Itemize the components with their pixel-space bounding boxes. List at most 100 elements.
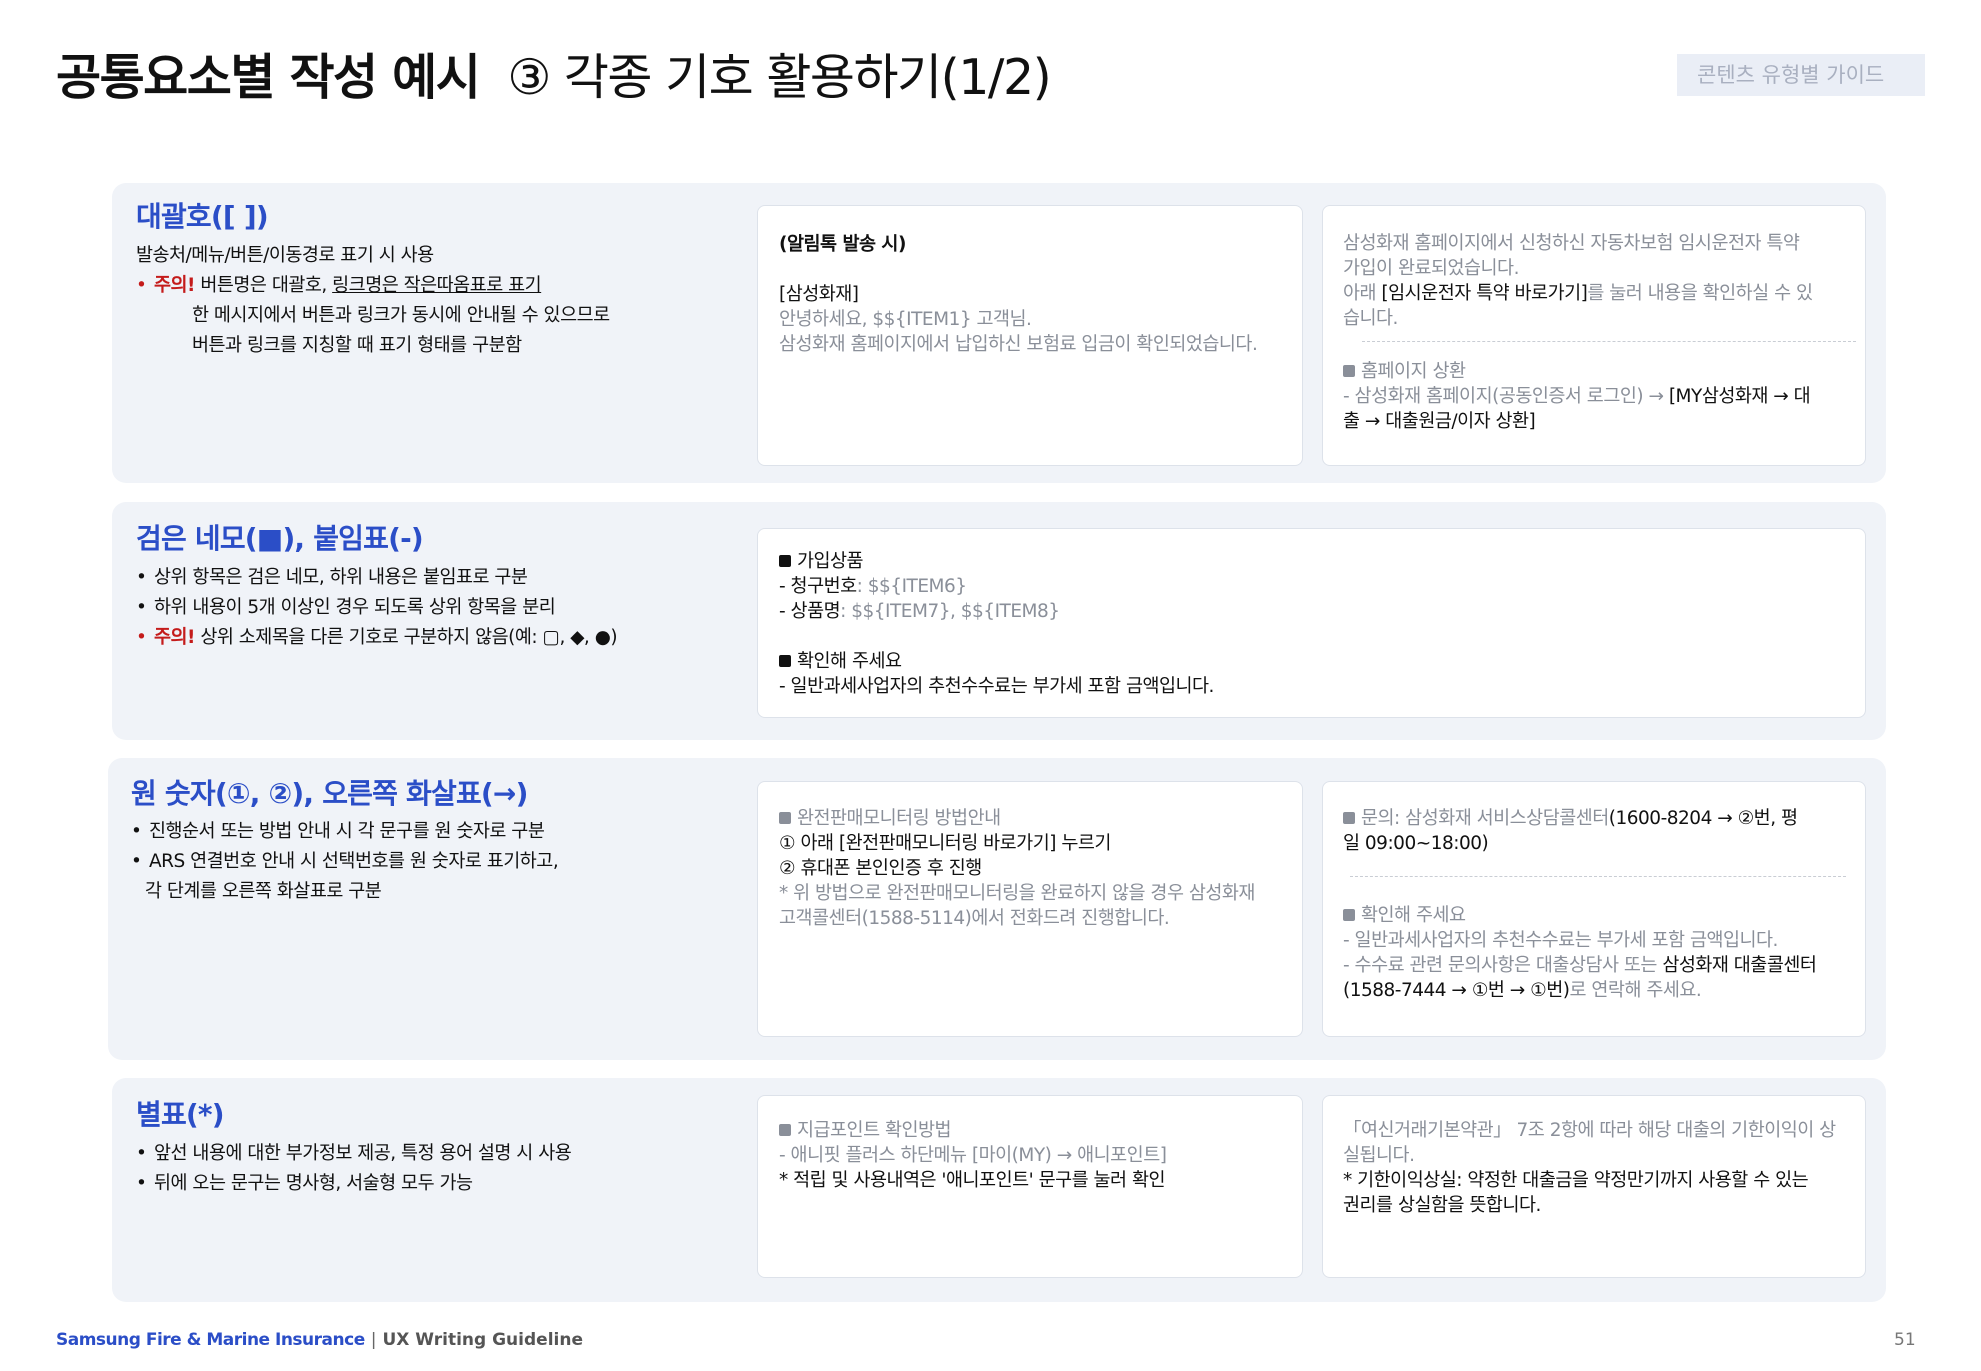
card-line: 확인해 주세요: [779, 649, 1214, 674]
card-line: 습니다.: [1343, 308, 1398, 329]
page-title-main: 공통요소별 작성 예시: [56, 49, 481, 106]
warning-label: 주의!: [154, 275, 195, 296]
card-line: ② 휴대폰 본인인증 후 진행: [779, 858, 982, 879]
page-number: 51: [1894, 1330, 1916, 1350]
card-text: : $${ITEM6}: [856, 576, 967, 597]
card-line: 「여신거래기본약관」 7조 2항에 따라 해당 대출의 기한이익이 상: [1343, 1120, 1836, 1141]
footer: Samsung Fire & Marine Insurance | UX Writi…: [56, 1328, 583, 1352]
desc-text: 상위 소제목을 다른 기호로 구분하지 않음(예: ▢, ◆, ●): [194, 627, 618, 648]
grey-square-icon: [779, 812, 791, 824]
desc-line: 뒤에 오는 문구는 명사형, 서술형 모두 가능: [136, 1169, 571, 1199]
card-line: (알림톡 발송 시): [779, 234, 906, 255]
card-line: 가입이 완료되었습니다.: [1343, 258, 1519, 279]
card-line: 실됩니다.: [1343, 1145, 1415, 1166]
card-line: 안녕하세요, $${ITEM1} 고객님.: [779, 309, 1032, 330]
card-line: - 수수료 관련 문의사항은 대출상담사 또는 삼성화재 대출콜센터: [1343, 953, 1817, 978]
black-square-icon: [779, 555, 791, 567]
card-line: 지급포인트 확인방법: [779, 1118, 1166, 1143]
grey-square-icon: [1343, 365, 1355, 377]
card-line: 일 09:00~18:00): [1343, 833, 1489, 854]
section-desc-numbers: 진행순서 또는 방법 안내 시 각 문구를 원 숫자로 구분 ARS 연결번호 …: [131, 817, 559, 907]
card-line: - 삼성화재 홈페이지(공동인증서 로그인) → [MY삼성화재 → 대: [1343, 384, 1811, 409]
section-title-brackets: 대괄호([ ]): [136, 200, 269, 233]
example-card-product-text: 가입상품 - 청구번호: $${ITEM6} - 상품명: $${ITEM7},…: [779, 549, 1214, 699]
card-line: 문의: 삼성화재 서비스상담콜센터(1600-8204 → ②번, 평: [1343, 806, 1798, 831]
card-text: 문의: 삼성화재 서비스상담콜센터: [1361, 808, 1609, 829]
card-line: - 애니핏 플러스 하단메뉴 [마이(MY) → 애니포인트]: [779, 1145, 1167, 1166]
card-text: 지급포인트 확인방법: [797, 1120, 952, 1141]
card-text: 확인해 주세요: [1361, 905, 1466, 926]
grey-square-icon: [1343, 909, 1355, 921]
section-title-asterisk: 별표(*): [136, 1098, 225, 1131]
card-text: : $${ITEM7}, $${ITEM8}: [840, 601, 1060, 622]
desc-underlined-text: 링크명은 작은따옴표로 표기: [332, 275, 542, 296]
card-text: - 삼성화재 홈페이지(공동인증서 로그인) →: [1343, 386, 1669, 407]
section-title-squares: 검은 네모(■), 붙임표(-): [136, 522, 424, 555]
example-card-terms-text: 「여신거래기본약관」 7조 2항에 따라 해당 대출의 기한이익이 상 실됩니다…: [1343, 1118, 1836, 1218]
card-text: 확인해 주세요: [797, 651, 902, 672]
example-card-temp-driver-text-2: 홈페이지 상환 - 삼성화재 홈페이지(공동인증서 로그인) → [MY삼성화재…: [1343, 359, 1811, 434]
card-line: * 기한이익상실: 약정한 대출금을 약정만기까지 사용할 수 있는: [1343, 1170, 1809, 1191]
grey-square-icon: [1343, 812, 1355, 824]
card-text: 삼성화재 대출콜센터: [1662, 955, 1817, 976]
card-button-name: [임시운전자 특약 바로가기]: [1381, 283, 1588, 304]
section-desc-squares: 상위 항목은 검은 네모, 하위 내용은 붙임표로 구분 하위 내용이 5개 이…: [136, 563, 618, 653]
card-line: 권리를 상실함을 뜻합니다.: [1343, 1195, 1541, 1216]
page-title-sub: ③ 각종 기호 활용하기(1/2): [507, 49, 1051, 106]
card-line: 확인해 주세요: [1343, 903, 1816, 928]
section-desc-brackets: 발송처/메뉴/버튼/이동경로 표기 시 사용 주의! 버튼명은 대괄호, 링크명…: [136, 241, 610, 361]
footer-guide-name: UX Writing Guideline: [382, 1330, 583, 1350]
card-line: 삼성화재 홈페이지에서 납입하신 보험료 입금이 확인되었습니다.: [779, 334, 1258, 355]
desc-line: 각 단계를 오른쪽 화살표로 구분: [145, 881, 382, 902]
footer-brand-logo: Samsung Fire & Marine Insurance: [56, 1330, 365, 1350]
example-card-points-text: 지급포인트 확인방법 - 애니핏 플러스 하단메뉴 [마이(MY) → 애니포인…: [779, 1118, 1167, 1193]
example-card-callcenter-text: 문의: 삼성화재 서비스상담콜센터(1600-8204 → ②번, 평 일 09…: [1343, 806, 1798, 856]
card-line: 삼성화재 홈페이지에서 신청하신 자동차보험 임시운전자 특약: [1343, 233, 1800, 254]
example-card-alimtalk-text: (알림톡 발송 시) [삼성화재] 안녕하세요, $${ITEM1} 고객님. …: [779, 232, 1258, 357]
card-text: 아래: [1343, 283, 1382, 304]
section-desc-asterisk: 앞선 내용에 대한 부가정보 제공, 특정 용어 설명 시 사용 뒤에 오는 문…: [136, 1139, 572, 1199]
card-line: 아래 [임시운전자 특약 바로가기]를 눌러 내용을 확인하실 수 있: [1343, 281, 1813, 306]
card-text: 완전판매모니터링 방법안내: [797, 808, 1001, 829]
grey-square-icon: [779, 1124, 791, 1136]
footer-separator: |: [370, 1330, 377, 1350]
example-card-monitoring-text: 완전판매모니터링 방법안내 ① 아래 [완전판매모니터링 바로가기] 누르기 ②…: [779, 806, 1255, 931]
card-divider: [1350, 876, 1846, 877]
card-line: [삼성화재]: [779, 284, 859, 305]
example-card-temp-driver-text: 삼성화재 홈페이지에서 신청하신 자동차보험 임시운전자 특약 가입이 완료되었…: [1343, 231, 1813, 331]
desc-text: 버튼명은 대괄호,: [194, 275, 333, 296]
desc-line: 진행순서 또는 방법 안내 시 각 문구를 원 숫자로 구분: [131, 817, 558, 847]
black-square-icon: [779, 655, 791, 667]
card-line: 출 → 대출원금/이자 상환]: [1343, 411, 1536, 432]
card-path-text: [MY삼성화재 → 대: [1668, 386, 1811, 407]
card-line: 고객콜센터(1588-5114)에서 전화드려 진행합니다.: [779, 908, 1170, 929]
card-line: (1588-7444 → ①번 → ①번)로 연락해 주세요.: [1343, 978, 1816, 1003]
card-line: 가입상품: [779, 549, 1214, 574]
example-card-callcenter-text-2: 확인해 주세요 - 일반과세사업자의 추천수수료는 부가세 포함 금액입니다. …: [1343, 903, 1817, 1003]
desc-line: 발송처/메뉴/버튼/이동경로 표기 시 사용: [136, 245, 434, 266]
card-line: - 일반과세사업자의 추천수수료는 부가세 포함 금액입니다.: [1343, 930, 1778, 951]
card-text: (1600-8204 → ②번, 평: [1608, 808, 1798, 829]
card-line: - 상품명: $${ITEM7}, $${ITEM8}: [779, 599, 1214, 624]
desc-line: 한 메시지에서 버튼과 링크가 동시에 안내될 수 있으므로: [192, 305, 610, 326]
card-text: - 청구번호: [779, 576, 857, 597]
card-text: 홈페이지 상환: [1361, 361, 1466, 382]
desc-line: 앞선 내용에 대한 부가정보 제공, 특정 용어 설명 시 사용: [136, 1139, 572, 1169]
card-line: 홈페이지 상환: [1343, 359, 1810, 384]
guide-category-tag[interactable]: 콘텐츠 유형별 가이드: [1677, 54, 1925, 96]
desc-warning-line: 주의! 상위 소제목을 다른 기호로 구분하지 않음(예: ▢, ◆, ●): [136, 623, 618, 653]
section-title-numbers: 원 숫자(①, ②), 오른쪽 화살표(→): [131, 777, 528, 810]
desc-line: 버튼과 링크를 지칭할 때 표기 형태를 구분함: [192, 335, 522, 356]
warning-label: 주의!: [154, 627, 195, 648]
desc-line: ARS 연결번호 안내 시 선택번호를 원 숫자로 표기하고,: [131, 847, 559, 877]
card-text: 가입상품: [797, 551, 864, 572]
card-divider: [1362, 341, 1856, 342]
card-text: - 수수료 관련 문의사항은 대출상담사 또는: [1343, 955, 1663, 976]
desc-warning-line: 주의! 버튼명은 대괄호, 링크명은 작은따옴표로 표기: [136, 271, 610, 301]
card-text: (1588-7444 → ①번 → ①번): [1343, 980, 1570, 1001]
card-line: - 일반과세사업자의 추천수수료는 부가세 포함 금액입니다.: [779, 676, 1214, 697]
page-title: 공통요소별 작성 예시 ③ 각종 기호 활용하기(1/2): [56, 46, 1052, 110]
card-line: ① 아래 [완전판매모니터링 바로가기] 누르기: [779, 833, 1111, 854]
card-line: - 청구번호: $${ITEM6}: [779, 574, 1214, 599]
card-line: 완전판매모니터링 방법안내: [779, 806, 1255, 831]
